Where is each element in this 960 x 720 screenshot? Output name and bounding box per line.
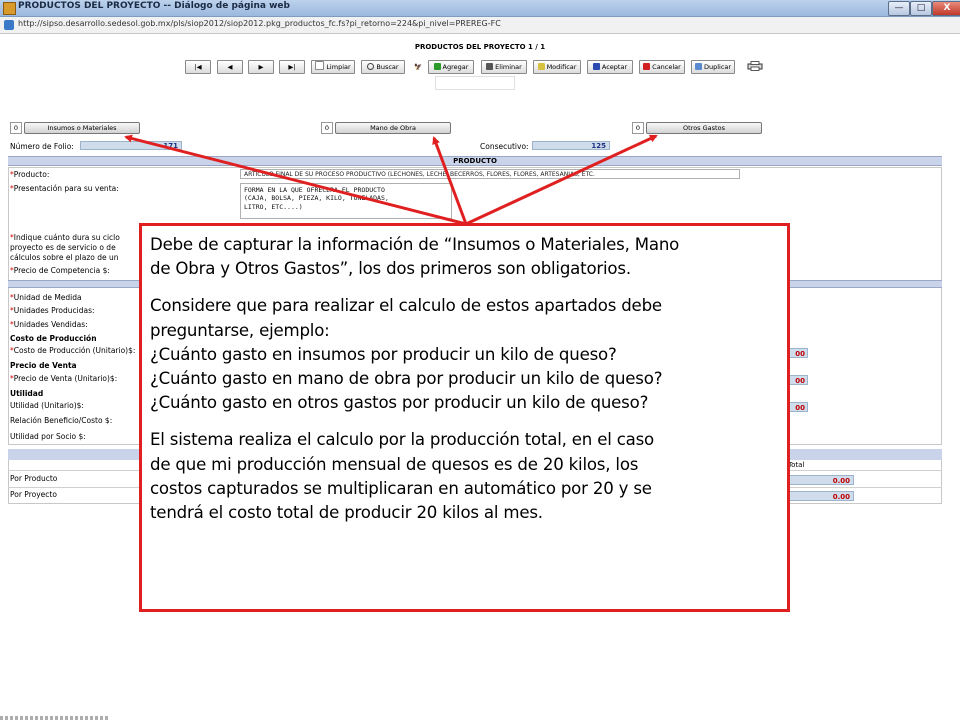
consecutivo-label: Consecutivo: [480,142,529,151]
precio-competencia-label: *Precio de Competencia $: [10,266,110,275]
modificar-button[interactable]: Modificar [533,60,581,74]
costo-produccion-label-text: Costo de Producción (Unitario)$: [13,346,136,355]
producto-section-header: PRODUCTO [8,156,942,166]
insumos-count: 0 [10,122,22,134]
x-icon [643,63,651,70]
blank-box [435,76,515,90]
limpiar-button[interactable]: Limpiar [311,60,355,74]
page-icon [4,20,14,30]
unidades-producidas-label-text: Unidades Producidas: [13,306,95,315]
modificar-label: Modificar [546,63,577,71]
mano-obra-button[interactable]: Mano de Obra [335,122,451,134]
folio-label: Número de Folio: [10,142,74,151]
unidades-producidas-label: *Unidades Producidas: [10,306,95,315]
close-button[interactable]: X [932,1,960,16]
buscar-label: Buscar [376,63,399,71]
url-text: http://sipso.desarrollo.sedesol.gob.mx/p… [18,19,501,28]
callout-line: tendrá el costo total de producir 20 kil… [150,503,543,523]
callout-line: preguntarse, ejemplo: [150,320,330,340]
cancelar-button[interactable]: Cancelar [639,60,685,74]
costo-produccion-label: *Costo de Producción (Unitario)$: [10,346,136,355]
utilidad-socio-label: Utilidad por Socio $: [10,432,86,441]
callout-line: ¿Cuánto gasto en mano de obra por produc… [150,369,663,389]
indique-line-1: *Indique cuánto dura su ciclo [10,233,120,242]
por-proyecto-value: 0.00 [786,491,854,501]
costo-produccion-title: Costo de Producción [10,334,97,343]
utilidad-label: Utilidad (Unitario)$: [10,401,84,410]
page-title: PRODUCTOS DEL PROYECTO 1 / 1 [414,43,546,51]
buscar-button[interactable]: Buscar [361,60,405,74]
presentacion-label-text: Presentación para su venta: [13,184,119,193]
otros-gastos-button[interactable]: Otros Gastos [646,122,762,134]
plus-icon [433,63,441,70]
duplicar-label: Duplicar [703,63,732,71]
indique-line-2: proyecto es de servicio o de [10,243,116,252]
unidad-medida-label-text: Unidad de Medida [13,293,82,302]
save-icon [592,63,600,70]
address-bar: http://sipso.desarrollo.sedesol.gob.mx/p… [0,17,960,34]
indique-line-3: cálculos sobre el plazo de un [10,253,119,262]
relacion-beneficio-label: Relación Beneficio/Costo $: [10,416,113,425]
folio-field: 171 [80,141,182,150]
por-producto-value: 0.00 [786,475,854,485]
precio-venta-label: *Precio de Venta (Unitario)$: [10,374,118,383]
callout-line: Considere que para realizar el calculo d… [150,296,662,316]
precio-competencia-label-text: Precio de Competencia $: [13,266,110,275]
callout-line: ¿Cuánto gasto en insumos por producir un… [150,344,617,364]
unidades-vendidas-label: *Unidades Vendidas: [10,320,88,329]
unidades-vendidas-label-text: Unidades Vendidas: [13,320,88,329]
producto-input[interactable]: ARTICULO FINAL DE SU PROCESO PRODUCTIVO … [240,169,740,179]
last-record-button[interactable]: ▶| [279,60,305,74]
por-proyecto-label: Por Proyecto [10,490,57,499]
page-icon [315,61,325,70]
edit-icon [537,63,545,70]
indique-line-1-text: Indique cuánto dura su ciclo [13,233,120,242]
window-titlebar: PRODUCTOS DEL PROYECTO -- Diálogo de pág… [0,0,960,17]
cancelar-label: Cancelar [652,63,681,71]
callout-line: El sistema realiza el calculo por la pro… [150,430,654,450]
unidad-medida-label: *Unidad de Medida [10,293,82,302]
precio-venta-title: Precio de Venta [10,361,77,370]
callout-line: de Obra y Otros Gastos”, los dos primero… [150,259,631,279]
agregar-button[interactable]: Agregar [428,60,474,74]
emblem-icon: 🦅 [411,60,425,74]
annotation-callout: Debe de capturar la información de “Insu… [139,223,790,612]
utilidad-title: Utilidad [10,389,44,398]
otros-gastos-count: 0 [632,122,644,134]
window-title: PRODUCTOS DEL PROYECTO -- Diálogo de pág… [18,1,290,11]
callout-line: Debe de capturar la información de “Insu… [150,235,680,254]
consecutivo-field: 125 [532,141,610,150]
callout-line: costos capturados se multiplicaran en au… [150,478,652,498]
eliminar-button[interactable]: Eliminar [481,60,527,74]
maximize-button[interactable]: □ [910,1,932,16]
callout-line: ¿Cuánto gasto en otros gastos por produc… [150,393,649,413]
producto-label: *Producto: [10,170,50,179]
presentacion-label: *Presentación para su venta: [10,184,119,193]
limpiar-label: Limpiar [326,63,351,71]
mano-obra-count: 0 [321,122,333,134]
aceptar-label: Aceptar [601,63,628,71]
callout-line: de que mi producción mensual de quesos e… [150,454,639,474]
printer-icon[interactable] [747,61,763,71]
copy-icon [694,63,702,70]
duplicar-button[interactable]: Duplicar [691,60,735,74]
minimize-button[interactable]: — [888,1,910,16]
aceptar-button[interactable]: Aceptar [587,60,633,74]
precio-venta-label-text: Precio de Venta (Unitario)$: [13,374,118,383]
next-record-button[interactable]: ▶ [248,60,274,74]
presentacion-textarea[interactable]: FORMA EN LA QUE OFRECERA EL PRODUCTO (CA… [240,183,452,219]
insumos-materiales-button[interactable]: Insumos o Materiales [24,122,140,134]
trash-icon [486,63,494,70]
por-producto-label: Por Producto [10,474,58,483]
agregar-label: Agregar [442,63,469,71]
app-icon [3,2,16,15]
eliminar-label: Eliminar [495,63,522,71]
prev-record-button[interactable]: ◀ [217,60,243,74]
magnifier-icon [367,63,375,70]
producto-label-text: Producto: [13,170,50,179]
first-record-button[interactable]: |◀ [185,60,211,74]
status-strip [0,716,110,720]
totals-total-header: Total [788,461,805,469]
